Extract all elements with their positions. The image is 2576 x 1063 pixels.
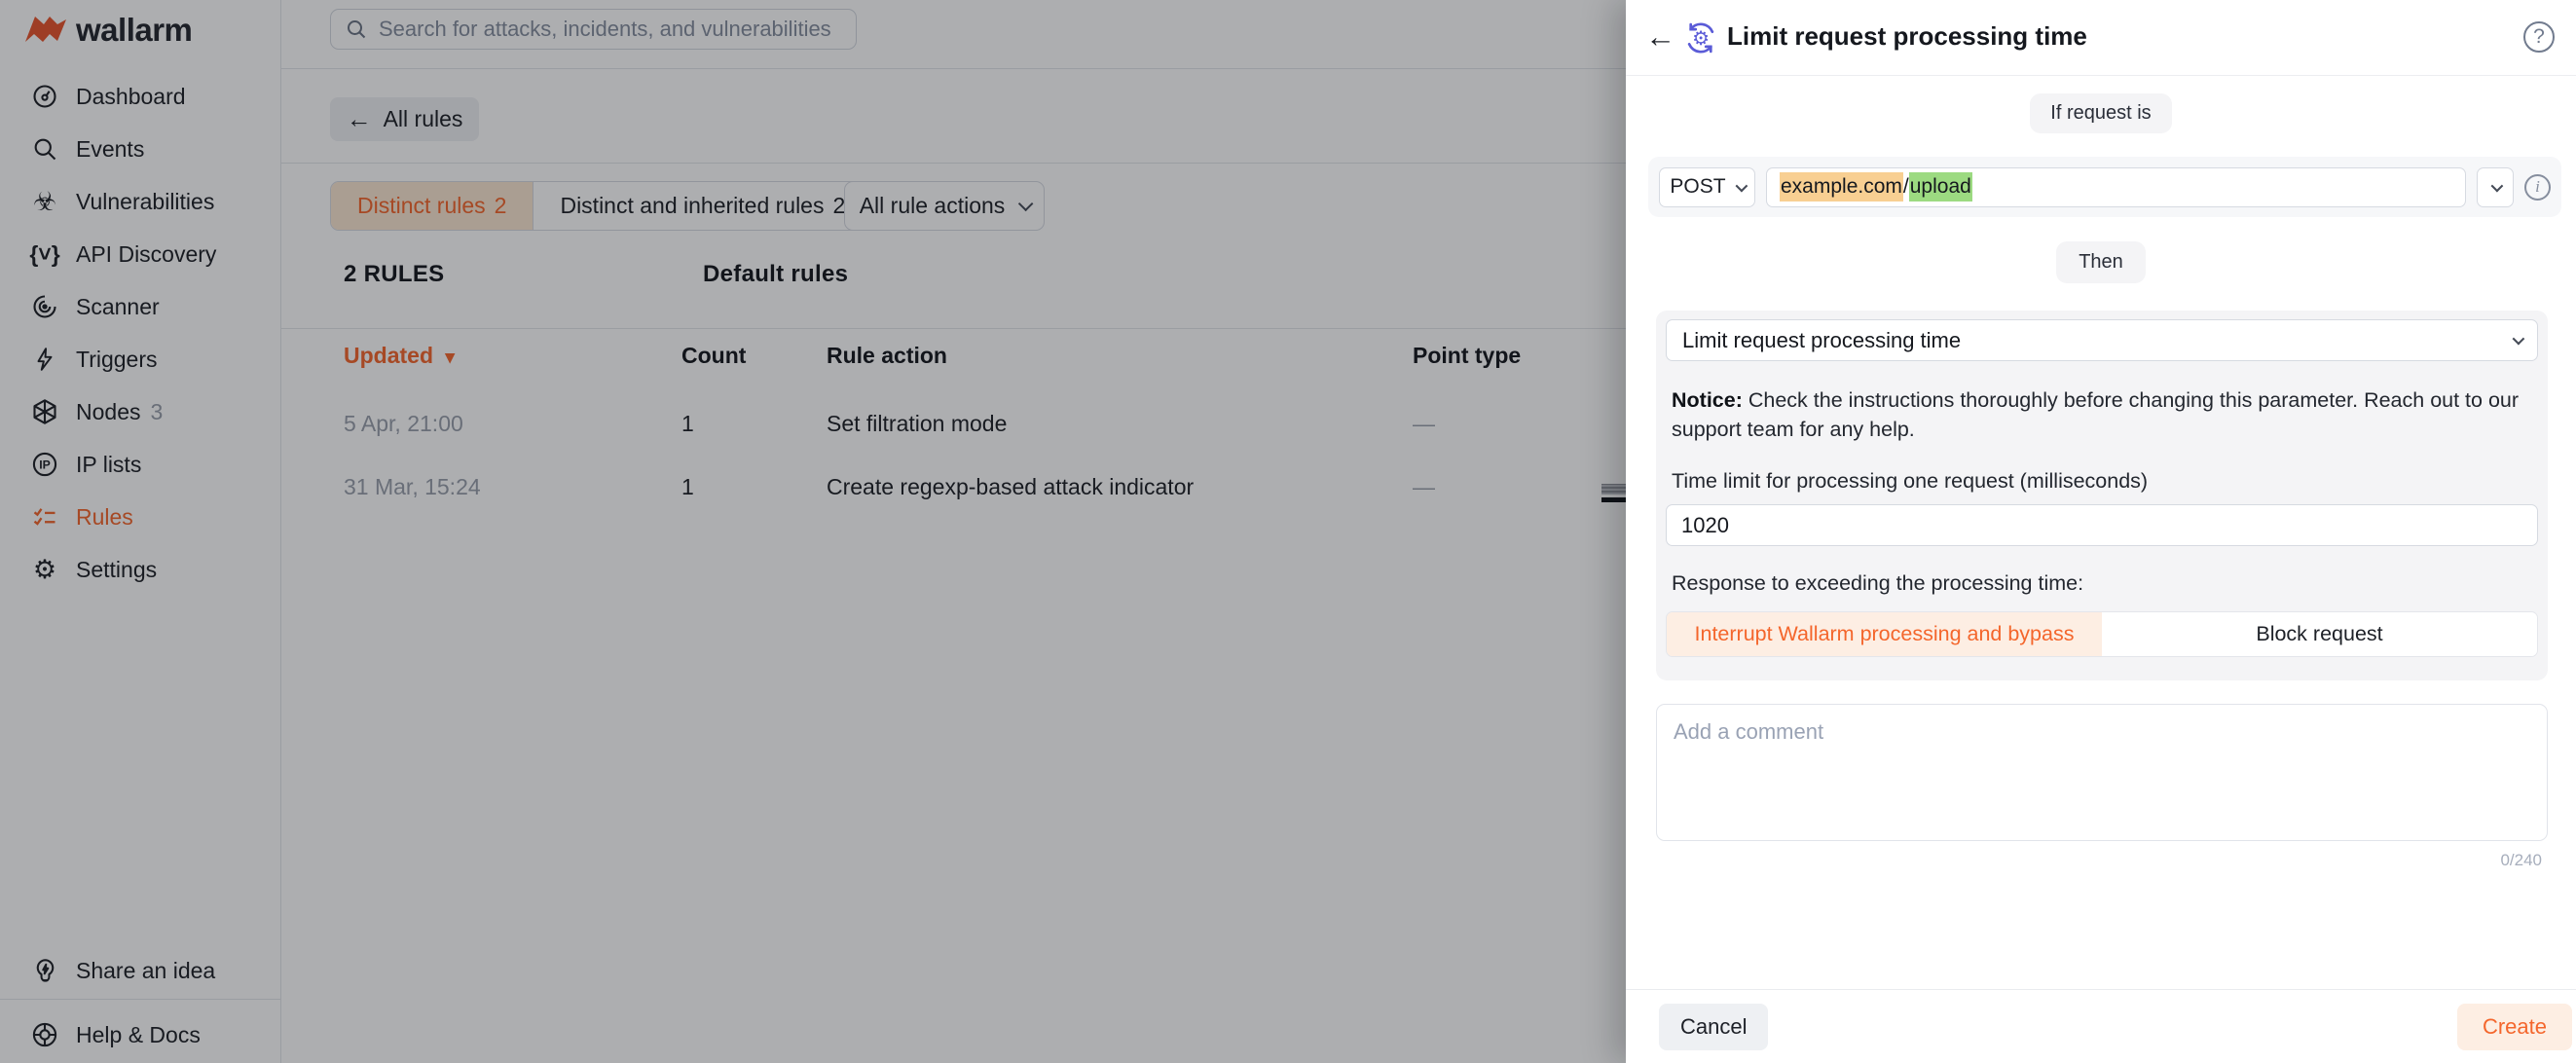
drawer-title: Limit request processing time: [1727, 21, 2087, 52]
time-limit-label: Time limit for processing one request (m…: [1672, 469, 2532, 494]
cancel-button[interactable]: Cancel: [1659, 1004, 1768, 1050]
notice-label: Notice:: [1672, 388, 1743, 412]
info-icon[interactable]: i: [2524, 174, 2551, 201]
condition-row: POST example.com / upload i: [1648, 157, 2561, 217]
create-button[interactable]: Create: [2457, 1004, 2572, 1050]
drawer-header: ← ⚙ Limit request processing time ?: [1626, 0, 2576, 76]
request-uri-input[interactable]: example.com / upload: [1766, 167, 2466, 207]
processing-gear-icon: ⚙: [1682, 19, 1719, 56]
http-method-dropdown[interactable]: POST: [1659, 167, 1755, 207]
then-label: Then: [2056, 241, 2146, 283]
uri-path-token: upload: [1909, 172, 1972, 202]
notice-text: Notice: Check the instructions thoroughl…: [1672, 385, 2532, 444]
rule-editor-drawer: ← ⚙ Limit request processing time ? If r…: [1626, 0, 2576, 1063]
drawer-footer: Cancel Create: [1626, 989, 2576, 1063]
char-counter: 0/240: [1626, 851, 2542, 870]
toggle-interrupt-bypass[interactable]: Interrupt Wallarm processing and bypass: [1667, 612, 2102, 656]
comment-textarea[interactable]: [1656, 704, 2548, 841]
response-toggle: Interrupt Wallarm processing and bypass …: [1666, 611, 2538, 657]
response-label: Response to exceeding the processing tim…: [1672, 571, 2532, 596]
overlay-scrim[interactable]: [0, 0, 1626, 1063]
chevron-down-icon: [2490, 179, 2503, 192]
add-condition-dropdown[interactable]: [2477, 167, 2514, 207]
if-request-is-label: If request is: [2030, 93, 2171, 133]
rule-type-select[interactable]: Limit request processing time: [1666, 319, 2538, 361]
drawer-back-icon[interactable]: ←: [1645, 18, 1675, 56]
rule-action-panel: Limit request processing time Notice: Ch…: [1656, 311, 2548, 680]
svg-text:⚙: ⚙: [1692, 28, 1710, 50]
comment-section: [1656, 704, 2548, 846]
chevron-down-icon: [2513, 333, 2525, 346]
help-icon[interactable]: ?: [2523, 21, 2555, 53]
uri-host-token: example.com: [1780, 172, 1903, 202]
chevron-down-icon: [1735, 179, 1748, 192]
time-limit-input[interactable]: [1666, 504, 2538, 546]
toggle-block-request[interactable]: Block request: [2102, 612, 2537, 656]
